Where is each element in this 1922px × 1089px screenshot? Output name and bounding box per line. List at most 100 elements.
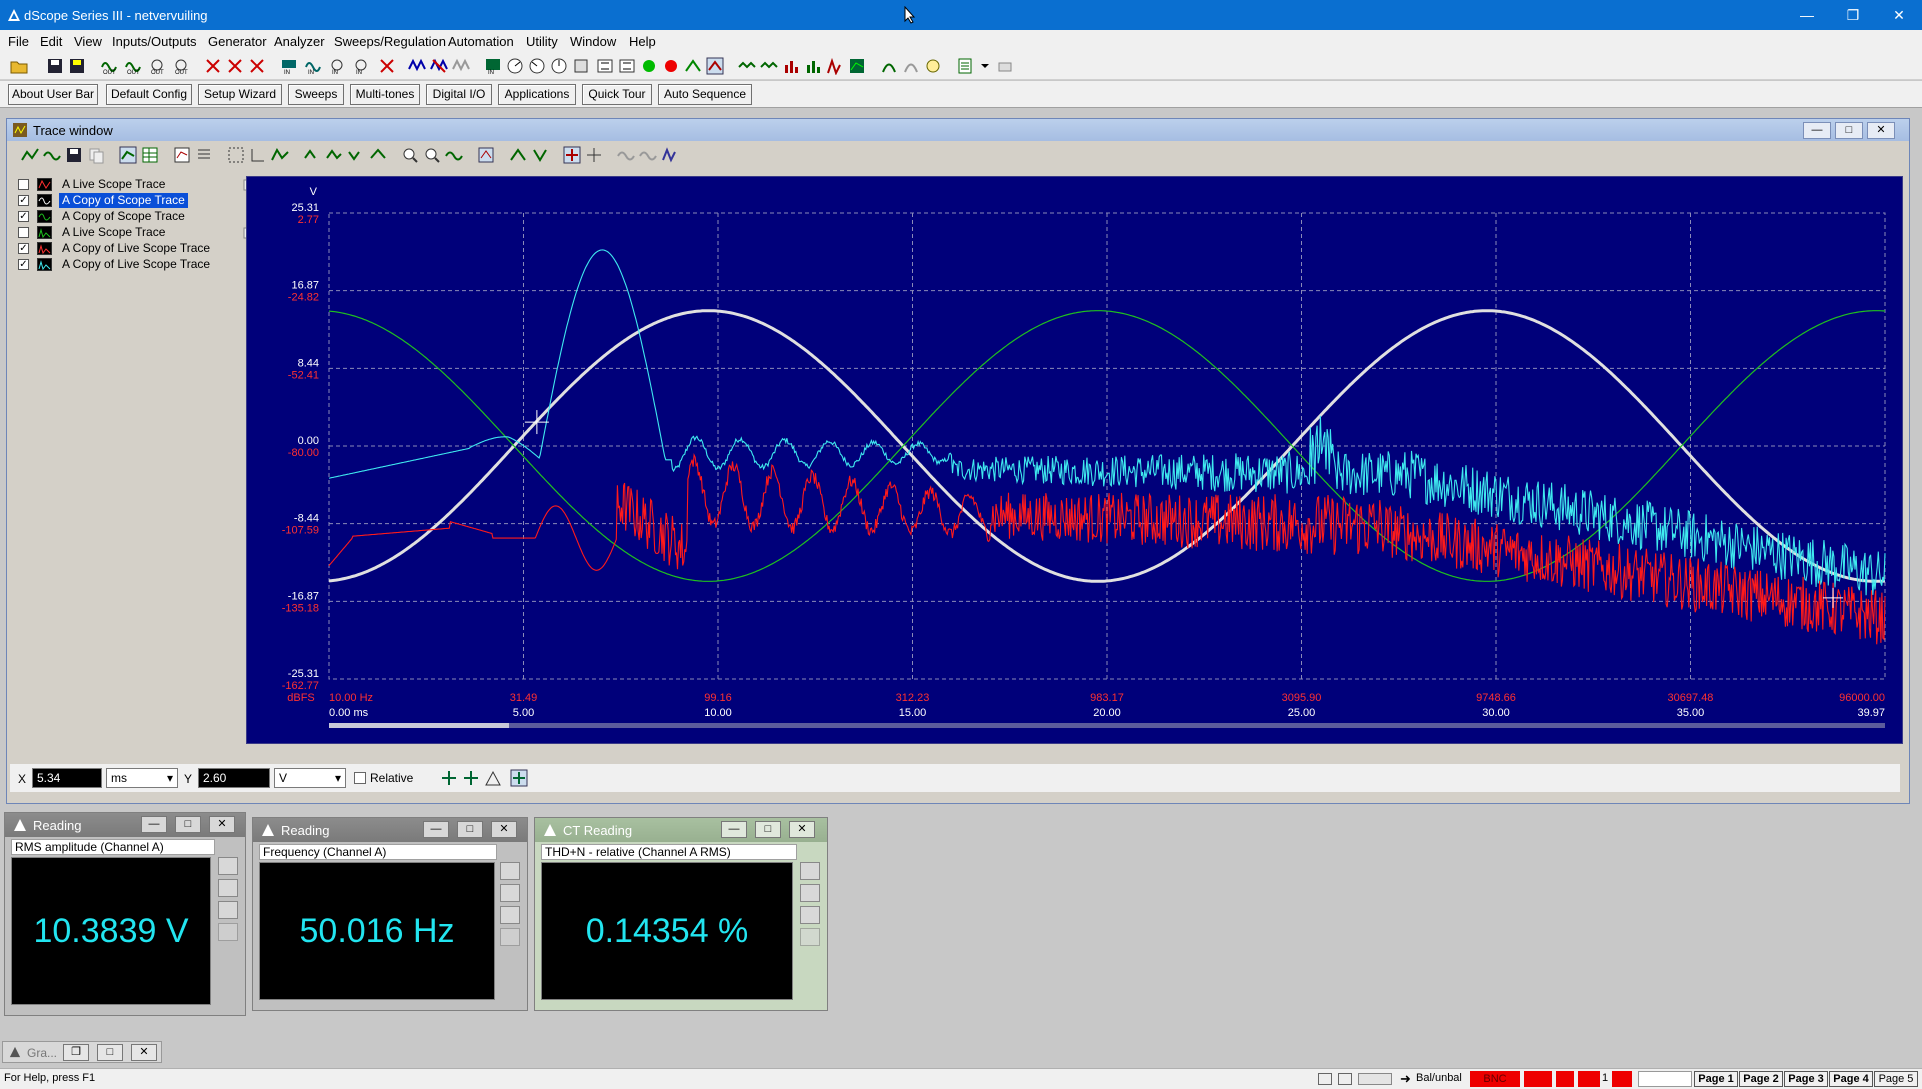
x-cursor-input[interactable]: 5.34 xyxy=(32,768,102,788)
smooth-icon[interactable] xyxy=(617,146,635,164)
smooth2-icon[interactable] xyxy=(639,146,657,164)
generator-off3-icon[interactable] xyxy=(248,57,266,75)
multi-tones-button[interactable]: Multi-tones xyxy=(350,84,420,105)
analyzer-in-icon[interactable]: IN xyxy=(280,57,298,75)
trace-checkbox[interactable]: ✓ xyxy=(18,211,29,222)
zoom-out-icon[interactable] xyxy=(423,146,441,164)
trace-clear-icon[interactable] xyxy=(430,57,448,75)
reading-display-icon[interactable] xyxy=(218,857,238,875)
generator-off-icon[interactable] xyxy=(204,57,222,75)
record-green-icon[interactable] xyxy=(640,57,658,75)
autoscale-icon[interactable] xyxy=(445,146,463,164)
about-user-bar-button[interactable]: About User Bar xyxy=(8,84,98,105)
menu-edit[interactable]: Edit xyxy=(40,34,62,49)
cursor-peak-icon[interactable] xyxy=(325,146,343,164)
cursor-on-icon[interactable] xyxy=(509,146,527,164)
scope-icon[interactable]: IN xyxy=(484,57,502,75)
cursor-move-icon[interactable] xyxy=(440,769,458,787)
cursor-valley-icon[interactable] xyxy=(347,146,365,164)
analyzer-in2-icon[interactable]: IN xyxy=(304,57,322,75)
trace-checkbox[interactable] xyxy=(18,227,29,238)
restore-button[interactable]: ❐ xyxy=(1830,0,1876,30)
reading-minimize-button[interactable]: — xyxy=(423,821,449,838)
digital-io-button[interactable]: Digital I/O xyxy=(426,84,492,105)
zoom-fit-icon[interactable] xyxy=(227,146,245,164)
sweep-icon[interactable] xyxy=(684,57,702,75)
page-4-tab[interactable]: Page 4 xyxy=(1829,1071,1873,1087)
minimized-window[interactable]: Gra... ❐ □ ✕ xyxy=(2,1041,162,1063)
meter2-icon[interactable] xyxy=(528,57,546,75)
reading-close-button[interactable]: ✕ xyxy=(491,821,517,838)
cursor-mode-icon[interactable] xyxy=(563,146,581,164)
marker-icon[interactable] xyxy=(477,146,495,164)
switch-icon[interactable] xyxy=(596,57,614,75)
trace-close-button[interactable]: ✕ xyxy=(1867,122,1895,139)
y-cursor-input[interactable]: 2.60 xyxy=(198,768,270,788)
bars3-icon[interactable] xyxy=(826,57,844,75)
save-icon[interactable] xyxy=(46,57,64,75)
meter-icon[interactable] xyxy=(506,57,524,75)
open-folder-icon[interactable] xyxy=(10,57,28,75)
properties-icon[interactable] xyxy=(173,146,191,164)
trace-plot[interactable]: V 25.31 16.87 8.44 0.00 -8.44 -16.87 -25.31 2.77… xyxy=(246,176,1903,744)
restore-window-button[interactable]: ❐ xyxy=(63,1044,89,1061)
trace-copy-icon[interactable] xyxy=(87,146,105,164)
auto-sequence-button[interactable]: Auto Sequence xyxy=(658,84,752,105)
cursor-move2-icon[interactable] xyxy=(462,769,480,787)
quick-tour-button[interactable]: Quick Tour xyxy=(582,84,652,105)
trace-checkbox[interactable]: ✓ xyxy=(18,259,29,270)
menu-analyzer[interactable]: Analyzer xyxy=(274,34,325,49)
maximize-window-button[interactable]: □ xyxy=(97,1044,123,1061)
sequence3-icon[interactable] xyxy=(924,57,942,75)
reading-maximize-button[interactable]: □ xyxy=(175,816,201,833)
generator-out3-icon[interactable]: OUT xyxy=(148,57,166,75)
reading-settings-icon[interactable] xyxy=(800,884,820,902)
trace-add-icon[interactable] xyxy=(21,146,39,164)
table-view-icon[interactable] xyxy=(141,146,159,164)
trace-disabled-icon[interactable] xyxy=(452,57,470,75)
reading-minimize-button[interactable]: — xyxy=(141,816,167,833)
page-2-tab[interactable]: Page 2 xyxy=(1739,1071,1783,1087)
applications-button[interactable]: Applications xyxy=(498,84,576,105)
cursor-options-icon[interactable] xyxy=(510,769,528,787)
default-config-button[interactable]: Default Config xyxy=(106,84,192,105)
bars2-icon[interactable] xyxy=(804,57,822,75)
menu-inputs-outputs[interactable]: Inputs/Outputs xyxy=(112,34,197,49)
report-dropdown-icon[interactable] xyxy=(976,57,994,75)
menu-utility[interactable]: Utility xyxy=(526,34,558,49)
cursor-track-icon[interactable] xyxy=(531,146,549,164)
menu-view[interactable]: View xyxy=(74,34,102,49)
trace-save-icon[interactable] xyxy=(65,146,83,164)
x-unit-select[interactable]: ms ▾ xyxy=(106,768,178,788)
trace-icon[interactable] xyxy=(408,57,426,75)
menu-help[interactable]: Help xyxy=(629,34,656,49)
reading-close-button[interactable]: ✕ xyxy=(789,821,815,838)
trace-checkbox[interactable]: ✓ xyxy=(18,195,29,206)
generator-off2-icon[interactable] xyxy=(226,57,244,75)
relative-checkbox[interactable] xyxy=(354,772,366,784)
analyzer-in3-icon[interactable]: IN xyxy=(328,57,346,75)
zoom-in-icon[interactable] xyxy=(401,146,419,164)
generator-out2-icon[interactable]: OUT xyxy=(124,57,142,75)
trace-item[interactable]: A Live Scope Trace xyxy=(13,177,243,193)
stop-icon[interactable] xyxy=(378,57,396,75)
trace-curve-icon[interactable] xyxy=(271,146,289,164)
reading-limits-icon[interactable] xyxy=(218,901,238,919)
reading-limits-icon[interactable] xyxy=(500,906,520,924)
trace-checkbox[interactable] xyxy=(18,179,29,190)
reading-maximize-button[interactable]: □ xyxy=(755,821,781,838)
list-icon[interactable] xyxy=(195,146,213,164)
combine-icon[interactable] xyxy=(661,146,679,164)
response-icon[interactable] xyxy=(738,57,756,75)
menu-window[interactable]: Window xyxy=(570,34,616,49)
analyzer-in4-icon[interactable]: IN xyxy=(352,57,370,75)
cursor-left-icon[interactable] xyxy=(303,146,321,164)
switch2-icon[interactable] xyxy=(618,57,636,75)
page-5-tab[interactable]: Page 5 xyxy=(1874,1071,1918,1087)
page-3-tab[interactable]: Page 3 xyxy=(1784,1071,1828,1087)
menu-sweeps-regulation[interactable]: Sweeps/Regulation xyxy=(334,34,446,49)
record-red-icon[interactable] xyxy=(662,57,680,75)
trace-maximize-button[interactable]: □ xyxy=(1835,122,1863,139)
generator-out4-icon[interactable]: OUT xyxy=(172,57,190,75)
cursor-drag-icon[interactable] xyxy=(585,146,603,164)
